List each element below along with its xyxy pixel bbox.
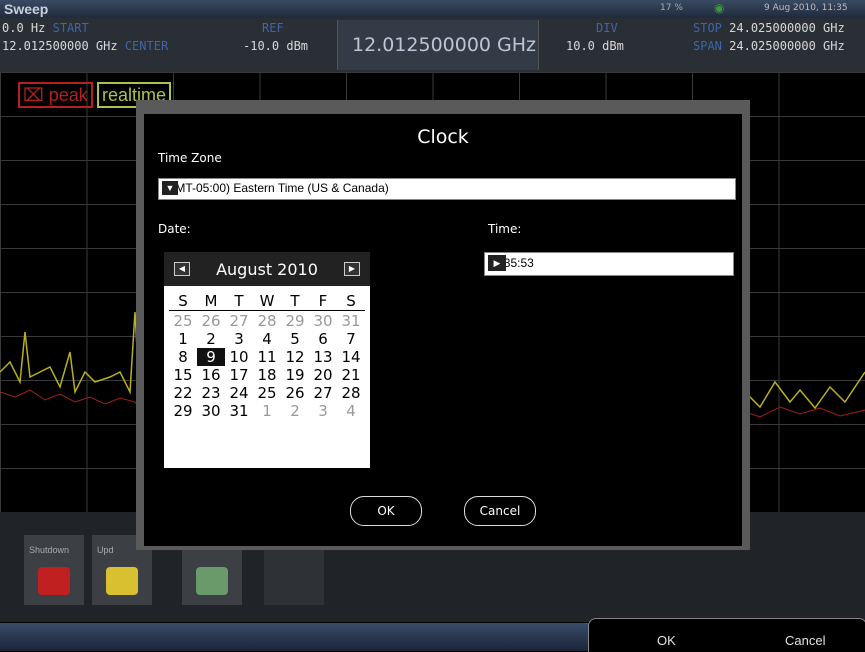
- peak-tag[interactable]: ⌧ peak: [18, 82, 93, 108]
- calendar-day[interactable]: 30: [309, 312, 337, 330]
- time-zone-label: Time Zone: [158, 151, 222, 165]
- calendar-day[interactable]: 17: [225, 366, 253, 384]
- update-icon: [106, 567, 138, 595]
- calendar-day[interactable]: 22: [169, 384, 197, 402]
- calendar-day[interactable]: 13: [309, 348, 337, 366]
- weekday-label: F: [318, 292, 328, 310]
- battery-indicator: 17 %: [660, 3, 683, 13]
- calendar-day[interactable]: 5: [281, 330, 309, 348]
- calendar-day[interactable]: 1: [169, 330, 197, 348]
- weekday-label: W: [259, 292, 275, 310]
- center-frequency-display[interactable]: 12.012500000 GHz: [337, 20, 539, 70]
- weekday-label: S: [346, 292, 356, 310]
- calendar-day-selected[interactable]: 9: [197, 348, 225, 366]
- stop-readout[interactable]: STOP 24.025000000 GHz: [693, 21, 845, 35]
- time-increase-button[interactable]: ▶: [488, 255, 506, 271]
- time-field[interactable]: 11:35:53 ◀ ▶: [484, 252, 734, 276]
- calendar-day[interactable]: 1: [253, 402, 281, 420]
- calendar-day[interactable]: 3: [309, 402, 337, 420]
- calendar-day[interactable]: 28: [253, 312, 281, 330]
- calendar-day[interactable]: 2: [281, 402, 309, 420]
- start-readout[interactable]: 0.0 Hz START: [2, 21, 89, 35]
- ref-value[interactable]: -10.0 dBm: [243, 39, 308, 53]
- div-label: DIV: [596, 21, 618, 35]
- calendar-day[interactable]: 16: [197, 366, 225, 384]
- time-zone-value: (GMT-05:00) Eastern Time (US & Canada): [162, 181, 389, 195]
- dialog-title: Clock: [417, 126, 469, 148]
- weekday-label: T: [290, 292, 300, 310]
- calendar-day[interactable]: 21: [337, 366, 365, 384]
- calendar-day[interactable]: 29: [169, 402, 197, 420]
- calendar-day[interactable]: 31: [225, 402, 253, 420]
- weekday-label: S: [178, 292, 188, 310]
- calendar-week: 8 9 10 11 12 13 14: [169, 348, 365, 366]
- weekday-label: M: [204, 292, 218, 310]
- calendar-day[interactable]: 3: [225, 330, 253, 348]
- chevron-down-icon[interactable]: ▼: [162, 181, 178, 195]
- calendar-header: ◀ August 2010 ▶: [164, 252, 370, 286]
- calendar-day[interactable]: 29: [281, 312, 309, 330]
- calendar-day[interactable]: 24: [225, 384, 253, 402]
- span-readout[interactable]: SPAN 24.025000000 GHz: [693, 39, 845, 53]
- calendar-week: 29 30 31 1 2 3 4: [169, 402, 365, 420]
- date-label: Date:: [158, 222, 191, 236]
- calendar-grid: S M T W T F S 25 26 27 28 29 30 31 1 2 3 4 5 6 7 8 9 10 11 12 13 14…: [169, 292, 365, 420]
- calendar-day[interactable]: 30: [197, 402, 225, 420]
- calendar-day[interactable]: 6: [309, 330, 337, 348]
- ref-label: REF: [262, 21, 284, 35]
- app-title: Sweep: [4, 1, 49, 17]
- calendar-day[interactable]: 11: [253, 348, 281, 366]
- calendar-day[interactable]: 14: [337, 348, 365, 366]
- clock-dialog: Clock Time Zone (GMT-05:00) Eastern Time…: [144, 114, 742, 546]
- settings-icon: [196, 567, 228, 595]
- date-calendar[interactable]: ◀ August 2010 ▶ S M T W T F S 25 26 27 28 29 30 31 1 2 3…: [164, 252, 370, 468]
- weekday-label: T: [234, 292, 244, 310]
- calendar-day[interactable]: 2: [197, 330, 225, 348]
- ok-button[interactable]: OK: [350, 496, 422, 526]
- signal-icon: ◉: [714, 1, 725, 15]
- calendar-week: 1234567: [169, 330, 365, 348]
- calendar-day[interactable]: 19: [281, 366, 309, 384]
- calendar-day[interactable]: 31: [337, 312, 365, 330]
- next-month-button[interactable]: ▶: [344, 262, 360, 276]
- calendar-day[interactable]: 15: [169, 366, 197, 384]
- calendar-day[interactable]: 8: [169, 348, 197, 366]
- time-label: Time:: [488, 222, 522, 236]
- center-frequency-text: 12.012500000 GHz: [352, 34, 537, 56]
- calendar-day[interactable]: 4: [253, 330, 281, 348]
- bottom-cancel-button[interactable]: Cancel: [785, 633, 825, 648]
- div-value[interactable]: 10.0 dBm: [566, 39, 624, 53]
- time-zone-select[interactable]: (GMT-05:00) Eastern Time (US & Canada) ▼: [158, 178, 736, 200]
- calendar-day[interactable]: 27: [225, 312, 253, 330]
- calendar-day[interactable]: 18: [253, 366, 281, 384]
- clock-readout: 9 Aug 2010, 11:35: [764, 3, 848, 13]
- calendar-week: 15 16 17 18 19 20 21: [169, 366, 365, 384]
- calendar-week: 22 23 24 25 26 27 28: [169, 384, 365, 402]
- weekday-row: SMTWTFS: [169, 292, 365, 311]
- calendar-day[interactable]: 23: [197, 384, 225, 402]
- bottom-action-bar: OK Cancel: [588, 618, 865, 652]
- calendar-week: 25 26 27 28 29 30 31: [169, 312, 365, 330]
- calendar-month: August 2010: [216, 260, 318, 279]
- calendar-day[interactable]: 10: [225, 348, 253, 366]
- calendar-day[interactable]: 27: [309, 384, 337, 402]
- center-readout[interactable]: 12.012500000 GHz CENTER: [2, 39, 168, 53]
- calendar-day[interactable]: 26: [197, 312, 225, 330]
- title-bar: Sweep 17 % ◉ 9 Aug 2010, 11:35: [0, 0, 865, 18]
- power-icon: [38, 567, 70, 595]
- bottom-ok-button[interactable]: OK: [657, 633, 676, 648]
- calendar-day[interactable]: 26: [281, 384, 309, 402]
- calendar-day[interactable]: 12: [281, 348, 309, 366]
- calendar-day[interactable]: 25: [253, 384, 281, 402]
- calendar-day[interactable]: 20: [309, 366, 337, 384]
- calendar-day[interactable]: 4: [337, 402, 365, 420]
- cancel-button[interactable]: Cancel: [464, 496, 536, 526]
- calendar-day[interactable]: 25: [169, 312, 197, 330]
- shutdown-button[interactable]: Shutdown: [24, 535, 84, 605]
- calendar-day[interactable]: 7: [337, 330, 365, 348]
- calendar-day[interactable]: 28: [337, 384, 365, 402]
